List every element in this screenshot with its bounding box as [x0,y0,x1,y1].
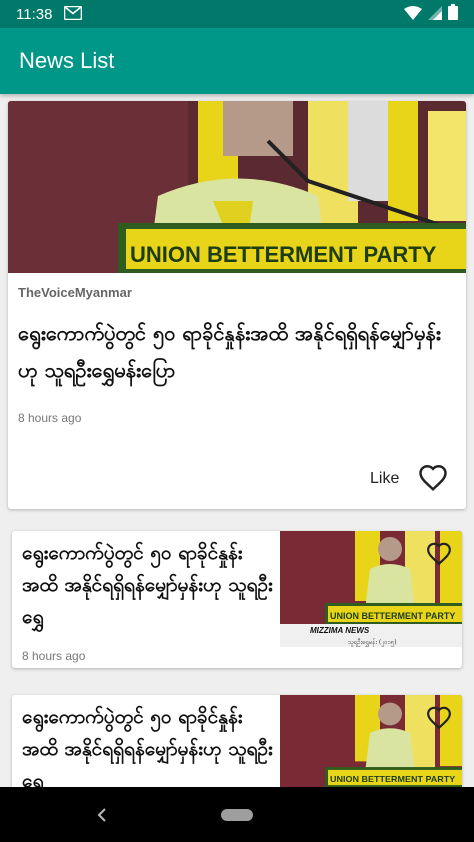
news-card[interactable]: ရွေးကောက်ပွဲတွင် ၅၀ ရာခိုင်နှုန်းအထိ အနိ… [12,531,462,668]
image-subcaption-text: သူရဦးရွှေမန်း (၂၀၁၅) [348,638,397,647]
heart-outline-icon[interactable] [418,463,448,493]
heart-outline-icon[interactable] [426,541,452,567]
image-banner-text: UNION BETTERMENT PARTY [330,774,455,784]
battery-icon [448,4,458,24]
image-banner-text: UNION BETTERMENT PARTY [330,611,455,621]
like-button[interactable]: Like [370,470,399,488]
news-time: 8 hours ago [18,411,82,425]
news-card-featured[interactable]: UNION BETTERMENT PARTY TheVoiceMyanmar ရ… [8,101,466,509]
news-card[interactable]: ရွေးကောက်ပွဲတွင် ၅၀ ရာခိုင်နှုန်းအထိ အနိ… [12,695,462,787]
news-headline[interactable]: ရွေးကောက်ပွဲတွင် ၅၀ ရာခိုင်နှုန်းအထိ အနိ… [22,701,277,787]
news-headline[interactable]: ရွေးကောက်ပွဲတွင် ၅၀ ရာခိုင်နှုန်းအထိ အနိ… [18,315,458,389]
back-icon[interactable] [94,805,110,825]
signal-icon [428,5,442,24]
navigation-bar [0,787,474,842]
news-list[interactable]: UNION BETTERMENT PARTY TheVoiceMyanmar ရ… [0,94,474,787]
status-time: 11:38 [16,5,53,23]
news-source: TheVoiceMyanmar [18,285,132,300]
home-pill-icon[interactable] [221,809,253,821]
status-bar: 11:38 [0,0,474,28]
news-headline[interactable]: ရွေးကောက်ပွဲတွင် ၅၀ ရာခိုင်နှုန်းအထိ အနိ… [22,537,277,637]
wifi-icon [404,5,422,24]
image-caption-text: MIZZIMA NEWS [310,626,370,635]
image-banner-text: UNION BETTERMENT PARTY [130,242,437,267]
app-title: News List [19,48,115,73]
app-bar: News List [0,28,474,94]
news-image: UNION BETTERMENT PARTY [8,101,466,273]
gmail-icon [64,5,83,24]
news-time: 8 hours ago [22,649,86,663]
heart-outline-icon[interactable] [426,705,452,731]
